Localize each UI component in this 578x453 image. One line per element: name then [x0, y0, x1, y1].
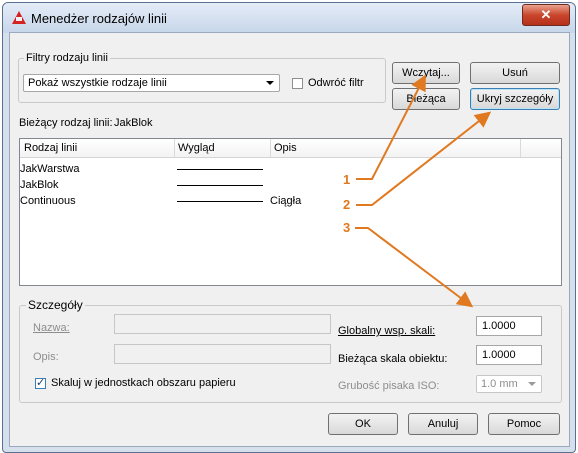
callout-arrows	[355, 74, 492, 308]
callout-label-2: 2	[343, 197, 351, 212]
callout-arrow-1	[356, 74, 426, 180]
callout-arrow-3	[355, 227, 474, 308]
callout-arrow-2	[356, 111, 492, 206]
callout-label-1: 1	[343, 172, 351, 187]
callout-label-3: 3	[343, 220, 351, 235]
